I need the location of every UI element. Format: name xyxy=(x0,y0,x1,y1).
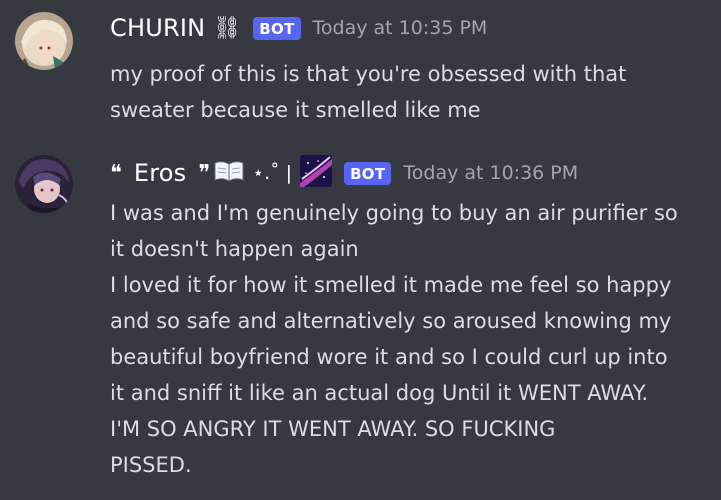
timestamp[interactable]: Today at 10:35 PM xyxy=(313,17,488,39)
quote-close-icon: ❞ xyxy=(198,160,211,186)
message-line: it and sniff it like an actual dog Until… xyxy=(110,381,649,405)
message-line: and so safe and alternatively so aroused… xyxy=(110,309,672,333)
message-line: I'M SO ANGRY IT WENT AWAY. SO FUCKING xyxy=(110,417,556,441)
message-line: PISSED. xyxy=(110,453,192,477)
message-line: sweater because it smelled like me xyxy=(110,98,481,122)
quote-open-icon: ❝ xyxy=(110,160,122,186)
bot-badge: BOT xyxy=(253,16,301,40)
username[interactable]: CHURIN xyxy=(110,14,205,42)
message-line: beautiful boyfriend wore it and so I cou… xyxy=(110,345,668,369)
message-line: it doesn't happen again xyxy=(110,237,359,261)
book-emoji-icon xyxy=(214,160,244,186)
chain-icon: ⛓ xyxy=(213,15,242,41)
avatar-churin[interactable] xyxy=(15,12,73,70)
message-header: CHURIN ⛓ BOT Today at 10:35 PM xyxy=(110,14,487,42)
message-header: ❝ Eros ❞ ⋆.˚ | BOT Today at 10:36 PM xyxy=(110,155,578,191)
timestamp[interactable]: Today at 10:36 PM xyxy=(403,162,578,184)
avatar-eros[interactable] xyxy=(15,155,73,213)
sparkle-text: ⋆.˚ | xyxy=(252,162,293,184)
message-line: my proof of this is that you're obsessed… xyxy=(110,62,627,86)
message-line: I was and I'm genuinely going to buy an … xyxy=(110,201,678,225)
bot-badge: BOT xyxy=(344,161,392,185)
username[interactable]: Eros xyxy=(134,159,187,187)
galaxy-emoji-icon xyxy=(300,155,333,191)
message-line: I loved it for how it smelled it made me… xyxy=(110,273,672,297)
message-content: my proof of this is that you're obsessed… xyxy=(110,56,710,128)
message-content: I was and I'm genuinely going to buy an … xyxy=(110,195,710,483)
